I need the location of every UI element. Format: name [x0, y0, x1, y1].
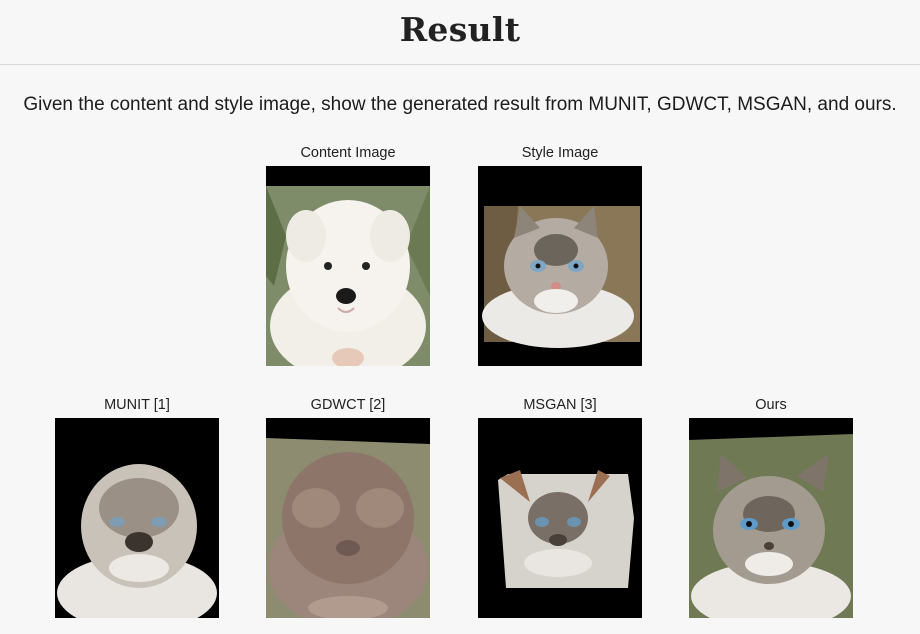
figure-gdwct: GDWCT [2]	[266, 394, 430, 618]
caption-msgan: MSGAN [3]	[523, 397, 597, 413]
figure-style: Style Image	[478, 142, 642, 366]
figure-ours: Ours	[689, 394, 853, 618]
description-text: Given the content and style image, show …	[23, 94, 897, 115]
figure-content: Content Image	[266, 142, 430, 366]
caption-gdwct: GDWCT [2]	[310, 397, 386, 413]
munit-image	[55, 418, 219, 618]
caption-content: Content Image	[300, 145, 396, 161]
header: Result	[0, 0, 920, 65]
figure-msgan: MSGAN [3]	[478, 394, 642, 618]
msgan-image	[478, 418, 642, 618]
caption-munit: MUNIT [1]	[104, 397, 170, 413]
content-image	[266, 166, 430, 366]
figure-munit: MUNIT [1]	[55, 394, 219, 618]
style-image	[478, 166, 642, 366]
page-title: Result	[399, 10, 521, 49]
ours-image	[689, 418, 853, 618]
caption-ours: Ours	[755, 397, 787, 413]
result-page: Result Given the content and style image…	[0, 0, 920, 634]
gdwct-image	[266, 418, 430, 618]
caption-style: Style Image	[521, 145, 599, 161]
